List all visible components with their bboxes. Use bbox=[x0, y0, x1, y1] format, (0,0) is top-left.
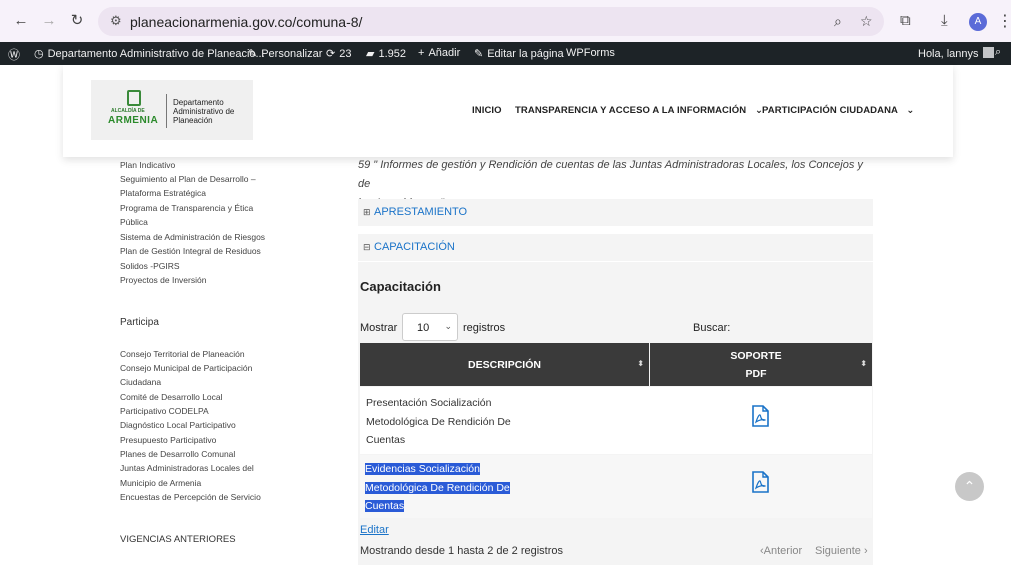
adminbar-wpforms[interactable]: WPForms bbox=[566, 47, 615, 59]
comment-icon: ▰ bbox=[366, 48, 375, 60]
section-title: Capacitación bbox=[360, 279, 441, 294]
scroll-to-top-button[interactable]: ⌃ bbox=[955, 472, 984, 501]
dashboard-icon: ◷ bbox=[34, 48, 44, 60]
sidebar-link[interactable]: Participativo CODELPA bbox=[120, 406, 209, 416]
wordpress-logo-icon[interactable]: Ⓦ bbox=[8, 46, 20, 63]
chevron-up-icon: ⌃ bbox=[963, 478, 976, 494]
table-row: Presentación Socialización Metodológica … bbox=[360, 387, 872, 454]
adminbar-add-new[interactable]: + Añadir bbox=[418, 47, 460, 59]
logo-divider bbox=[166, 94, 167, 128]
browser-menu-icon[interactable]: ⋮ bbox=[997, 11, 1011, 31]
sidebar-link[interactable]: Plan de Gestión Integral de Residuos bbox=[120, 246, 261, 256]
accordion-capacitacion[interactable]: ⊟ CAPACITACIÓN bbox=[358, 234, 873, 261]
show-label: Mostrar bbox=[360, 322, 398, 334]
sidebar-link[interactable]: Plataforma Estratégica bbox=[120, 188, 206, 198]
sidebar-link[interactable]: Seguimiento al Plan de Desarrollo – bbox=[120, 174, 256, 184]
address-bar[interactable]: ⚙ planeacionarmenia.gov.co/comuna-8/ ⌕ ☆ bbox=[98, 7, 884, 36]
download-icon[interactable]: ⤓ bbox=[941, 12, 948, 29]
adminbar-customize[interactable]: ✎ Personalizar bbox=[248, 47, 322, 60]
sidebar-link[interactable]: Pública bbox=[120, 217, 148, 227]
accordion-label: CAPACITACIÓN bbox=[374, 241, 455, 253]
logo-small-text: ALCALDÍA DE bbox=[111, 108, 145, 114]
sort-icon: ⬍ bbox=[860, 359, 867, 368]
edit-link[interactable]: Editar bbox=[360, 524, 389, 536]
sidebar-heading-vigencias[interactable]: VIGENCIAS ANTERIORES bbox=[120, 534, 236, 545]
sidebar-link[interactable]: Diagnóstico Local Participativo bbox=[120, 420, 236, 430]
pdf-file-icon[interactable] bbox=[751, 471, 769, 493]
sidebar-link[interactable]: Proyectos de Inversión bbox=[120, 275, 206, 285]
accordion-label: APRESTAMIENTO bbox=[374, 206, 468, 218]
extensions-icon[interactable]: ⧉ bbox=[900, 12, 911, 29]
pagination-next[interactable]: Siguiente › bbox=[815, 545, 868, 557]
address-url[interactable]: planeacionarmenia.gov.co/comuna-8/ bbox=[130, 14, 362, 30]
menu-item-participacion[interactable]: PARTICIPACIÓN CIUDADANA ⌄ bbox=[762, 105, 914, 116]
menu-item-inicio[interactable]: INICIO bbox=[472, 105, 502, 116]
pdf-file-icon[interactable] bbox=[751, 405, 769, 427]
sidebar-link[interactable]: Municipio de Armenia bbox=[120, 478, 201, 488]
bookmark-star-icon[interactable]: ☆ bbox=[860, 13, 873, 30]
plus-icon: + bbox=[418, 47, 425, 59]
page-length-select[interactable]: 10 ⌄ bbox=[402, 313, 458, 341]
site-header: ALCALDÍA DE ARMENIA Departamento Adminis… bbox=[63, 65, 953, 157]
back-arrow-icon[interactable]: ← bbox=[12, 12, 30, 30]
sidebar-link[interactable]: Comité de Desarrollo Local bbox=[120, 392, 223, 402]
adminbar-comments[interactable]: ▰ 1.952 bbox=[366, 47, 406, 60]
records-label: registros bbox=[463, 322, 506, 334]
adminbar-search-icon[interactable]: ⌕ bbox=[995, 46, 1001, 59]
sidebar-link[interactable]: Presupuesto Participativo bbox=[120, 435, 216, 445]
column-header-description[interactable]: DESCRIPCIÓN ⬍ bbox=[360, 343, 649, 386]
menu-item-transparencia[interactable]: TRANSPARENCIA Y ACCESO A LA INFORMACIÓN … bbox=[515, 105, 763, 116]
accordion-aprestamiento[interactable]: ⊞ APRESTAMIENTO bbox=[358, 199, 873, 226]
sidebar-link[interactable]: Solidos -PGIRS bbox=[120, 261, 180, 271]
user-avatar bbox=[982, 47, 994, 58]
table-info: Mostrando desde 1 hasta 2 de 2 registros bbox=[360, 545, 564, 557]
sidebar-link[interactable]: Programa de Transparencia y Ética bbox=[120, 203, 253, 213]
sidebar-link[interactable]: Consejo Territorial de Planeación bbox=[120, 349, 245, 359]
sort-icon: ⬍ bbox=[637, 359, 644, 368]
table-row: Evidencias Socialización Metodológica De… bbox=[360, 455, 872, 518]
sidebar-link[interactable]: Consejo Municipal de Participación bbox=[120, 363, 252, 373]
adminbar-account[interactable]: Hola, lannys bbox=[918, 47, 994, 60]
pencil-icon: ✎ bbox=[474, 48, 484, 60]
adminbar-edit-page[interactable]: ✎ Editar la página bbox=[474, 47, 564, 60]
sidebar-link[interactable]: Planes de Desarrollo Comunal bbox=[120, 449, 235, 459]
chevron-down-icon: ⌄ bbox=[444, 321, 452, 331]
updates-icon: ⟳ bbox=[326, 48, 336, 60]
chevron-right-icon: › bbox=[863, 545, 868, 557]
row-description: Evidencias Socialización Metodológica De… bbox=[365, 463, 510, 512]
brush-icon: ✎ bbox=[248, 48, 258, 60]
sidebar-link[interactable]: Encuestas de Percepción de Servicio bbox=[120, 492, 261, 502]
adminbar-site-name[interactable]: ◷ Departamento Administrativo de Planeaci… bbox=[34, 47, 265, 60]
zoom-icon[interactable]: ⌕ bbox=[834, 13, 842, 30]
reload-icon[interactable]: ↻ bbox=[68, 12, 86, 30]
column-header-support[interactable]: SOPORTE PDF ⬍ bbox=[650, 343, 872, 386]
chevron-down-icon: ⌄ bbox=[906, 105, 915, 116]
site-info-icon[interactable]: ⚙ bbox=[110, 13, 122, 29]
sidebar-link[interactable]: Ciudadana bbox=[120, 377, 161, 387]
sidebar-heading-participa: Participa bbox=[120, 317, 159, 328]
profile-avatar[interactable]: A bbox=[969, 13, 987, 31]
site-logo[interactable]: ALCALDÍA DE ARMENIA Departamento Adminis… bbox=[91, 80, 253, 140]
pagination-previous[interactable]: ‹Anterior bbox=[760, 545, 802, 557]
logo-city: ARMENIA bbox=[108, 115, 159, 126]
expand-icon: ⊞ bbox=[363, 207, 371, 217]
wp-admin-bar: Ⓦ ◷ Departamento Administrativo de Planea… bbox=[0, 42, 1011, 65]
browser-toolbar: ← → ↻ ⚙ planeacionarmenia.gov.co/comuna-… bbox=[0, 0, 1011, 42]
adminbar-updates[interactable]: ⟳ 23 bbox=[326, 47, 351, 60]
forward-arrow-icon[interactable]: → bbox=[40, 12, 58, 30]
sidebar-link[interactable]: Sistema de Administración de Riesgos bbox=[120, 232, 265, 242]
search-label: Buscar: bbox=[693, 322, 731, 334]
collapse-icon: ⊟ bbox=[363, 242, 371, 252]
logo-department-name: Departamento Administrativo de Planeació… bbox=[173, 98, 235, 125]
sidebar-link[interactable]: Plan Indicativo bbox=[120, 160, 175, 170]
row-description: Presentación Socialización Metodológica … bbox=[366, 397, 511, 446]
coat-of-arms-icon bbox=[127, 90, 141, 106]
sidebar-link[interactable]: Juntas Administradoras Locales del bbox=[120, 463, 254, 473]
